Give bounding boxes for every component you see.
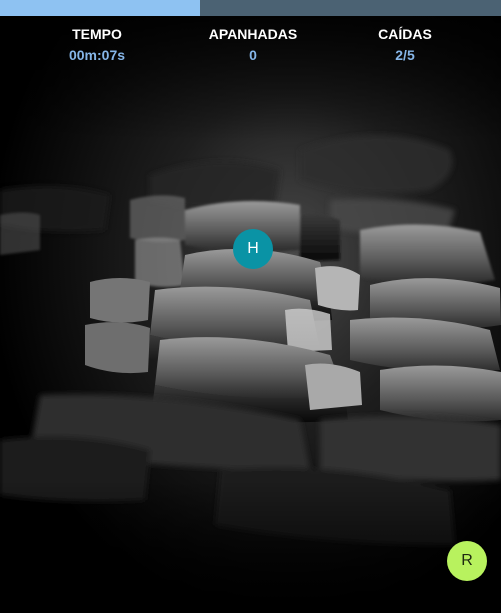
time-progress-fill — [0, 0, 201, 16]
ball-letter: H — [247, 240, 259, 257]
dropped-value: 2/5 — [395, 47, 415, 63]
time-value: 00m:07s — [68, 47, 126, 63]
falling-letter-ball[interactable]: R — [447, 541, 487, 581]
falling-letter-ball[interactable]: H — [233, 229, 273, 269]
score-panel: TEMPO 00m:07s APANHADAS 0 CAÍDAS 2/5 — [0, 26, 501, 66]
caught-value: 0 — [249, 47, 257, 63]
caught-stat: APANHADAS 0 — [193, 26, 313, 64]
dropped-stat: CAÍDAS 2/5 — [345, 26, 465, 64]
ball-letter: R — [461, 552, 473, 569]
keyboard-background-image — [0, 0, 501, 613]
caught-label: APANHADAS — [208, 26, 298, 42]
game-area: TEMPO 00m:07s APANHADAS 0 CAÍDAS 2/5 H R — [0, 0, 501, 613]
time-progress-bar — [0, 0, 501, 16]
time-label: TEMPO — [72, 26, 122, 42]
time-stat: TEMPO 00m:07s — [37, 26, 157, 64]
dropped-label: CAÍDAS — [378, 26, 432, 42]
